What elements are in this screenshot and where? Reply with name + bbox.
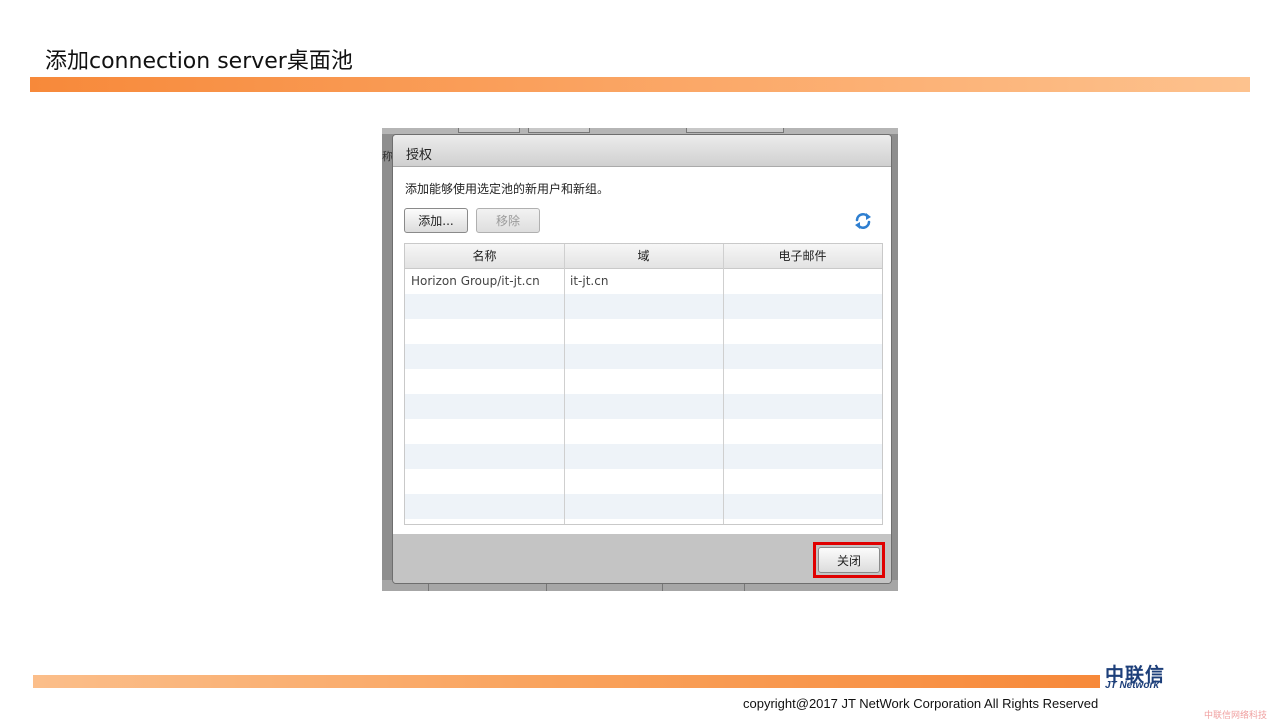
table-row-empty	[405, 419, 882, 444]
refresh-icon[interactable]	[852, 210, 874, 232]
table-header: 名称 域 电子邮件	[405, 244, 882, 269]
entitlement-table: 名称 域 电子邮件 Horizon Group/it-jt.cn it-jt.c…	[404, 243, 883, 525]
table-row-empty	[405, 344, 882, 369]
column-divider	[723, 244, 724, 524]
table-row-empty	[405, 319, 882, 344]
background-tab	[458, 128, 520, 133]
table-row[interactable]: Horizon Group/it-jt.cn it-jt.cn	[405, 269, 882, 294]
dialog-description: 添加能够使用选定池的新用户和新组。	[405, 182, 610, 196]
column-divider	[564, 244, 565, 524]
table-row-empty	[405, 294, 882, 319]
bottom-accent-bar	[33, 675, 1100, 688]
table-row-empty	[405, 444, 882, 469]
table-row-empty	[405, 494, 882, 519]
dialog-footer: 关闭	[393, 534, 891, 583]
slide-title: 添加connection server桌面池	[45, 49, 353, 74]
background-tab	[528, 128, 590, 133]
company-logo-subtitle: JT Network	[1105, 680, 1159, 691]
dialog-body: 添加能够使用选定池的新用户和新组。 添加... 移除 名称 域 电子邮件 Hor…	[393, 167, 891, 534]
watermark-text: 中联信网络科技	[1204, 711, 1268, 720]
cell-name: Horizon Group/it-jt.cn	[411, 274, 540, 288]
table-row-empty	[405, 469, 882, 494]
table-row-empty	[405, 369, 882, 394]
screenshot-frame: 称 授权 添加能够使用选定池的新用户和新组。 添加... 移除 名称 域 电子邮…	[382, 128, 898, 591]
add-button[interactable]: 添加...	[404, 208, 468, 233]
top-accent-bar	[30, 77, 1250, 92]
dialog-header: 授权	[393, 135, 891, 167]
remove-button[interactable]: 移除	[476, 208, 540, 233]
copyright-text: copyright@2017 JT NetWork Corporation Al…	[743, 696, 1099, 711]
table-row-empty	[405, 394, 882, 419]
cell-email	[723, 269, 882, 294]
column-header-name[interactable]: 名称	[405, 244, 564, 269]
background-tab	[686, 128, 784, 133]
entitlement-dialog: 授权 添加能够使用选定池的新用户和新组。 添加... 移除 名称 域 电子邮件	[392, 134, 892, 584]
close-button[interactable]: 关闭	[818, 547, 880, 573]
dialog-title: 授权	[406, 148, 433, 163]
cell-domain: it-jt.cn	[570, 274, 609, 288]
column-header-email[interactable]: 电子邮件	[723, 244, 882, 269]
column-header-domain[interactable]: 域	[564, 244, 723, 269]
